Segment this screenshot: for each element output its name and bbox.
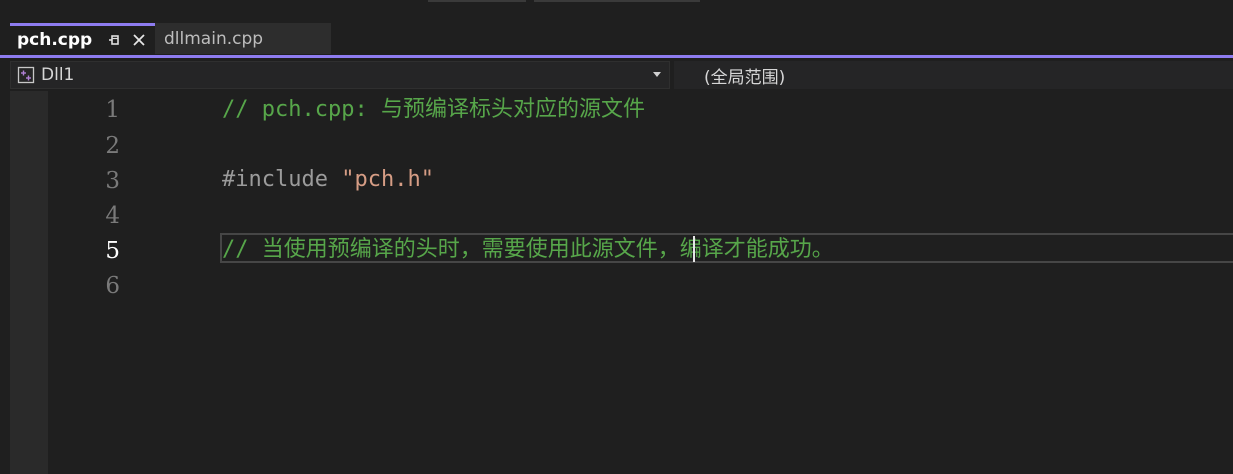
toolbar-separator <box>428 0 526 2</box>
tab-pch-cpp[interactable]: pch.cpp <box>10 23 155 54</box>
line-number: 1 <box>105 97 120 123</box>
scope-label: (全局范围) <box>704 67 786 88</box>
line-number: 3 <box>105 168 120 194</box>
scope-dropdown[interactable]: (全局范围) <box>674 61 1233 89</box>
close-icon[interactable] <box>130 31 148 49</box>
code-text-area[interactable]: // pch.cpp: 与预编译标头对应的源文件 #include "pch.h… <box>220 91 1233 474</box>
tab-label: dllmain.cpp <box>164 28 264 49</box>
text-caret <box>693 236 695 262</box>
code-line-include: #include "pch.h" <box>222 162 434 197</box>
line-number: 4 <box>105 203 120 229</box>
document-tab-bar: pch.cpp dllmain.cpp <box>0 22 1233 56</box>
glyph-margin[interactable] <box>10 91 48 474</box>
project-label: Dll1 <box>41 65 75 85</box>
line-number-gutter: 1 2 3 4 5 6 <box>48 91 120 474</box>
tab-label: pch.cpp <box>17 30 93 50</box>
toolbar-separator <box>534 0 700 2</box>
cpp-project-icon <box>17 66 35 84</box>
pin-icon[interactable] <box>106 32 122 48</box>
include-string: "pch.h" <box>341 167 434 192</box>
chevron-down-icon[interactable] <box>653 72 661 77</box>
line-number-current: 5 <box>105 238 120 264</box>
top-strip <box>0 0 1233 22</box>
project-dropdown[interactable]: Dll1 <box>10 61 670 89</box>
line-number: 2 <box>105 133 120 159</box>
code-line-comment: // 当使用预编译的头时，需要使用此源文件，编译才能成功。 <box>222 237 834 262</box>
line-number: 6 <box>105 273 120 299</box>
code-editor-window: pch.cpp dllmain.cpp Dll1 (全局范围) 1 2 3 4 … <box>0 0 1233 474</box>
code-line-comment: // pch.cpp: 与预编译标头对应的源文件 <box>222 97 645 122</box>
navigation-bar: Dll1 (全局范围) <box>0 58 1233 91</box>
tab-dllmain-cpp[interactable]: dllmain.cpp <box>155 23 331 54</box>
editor-pane[interactable]: 1 2 3 4 5 6 // pch.cpp: 与预编译标头对应的源文件 #in… <box>0 91 1233 474</box>
include-directive: #include <box>222 167 342 192</box>
